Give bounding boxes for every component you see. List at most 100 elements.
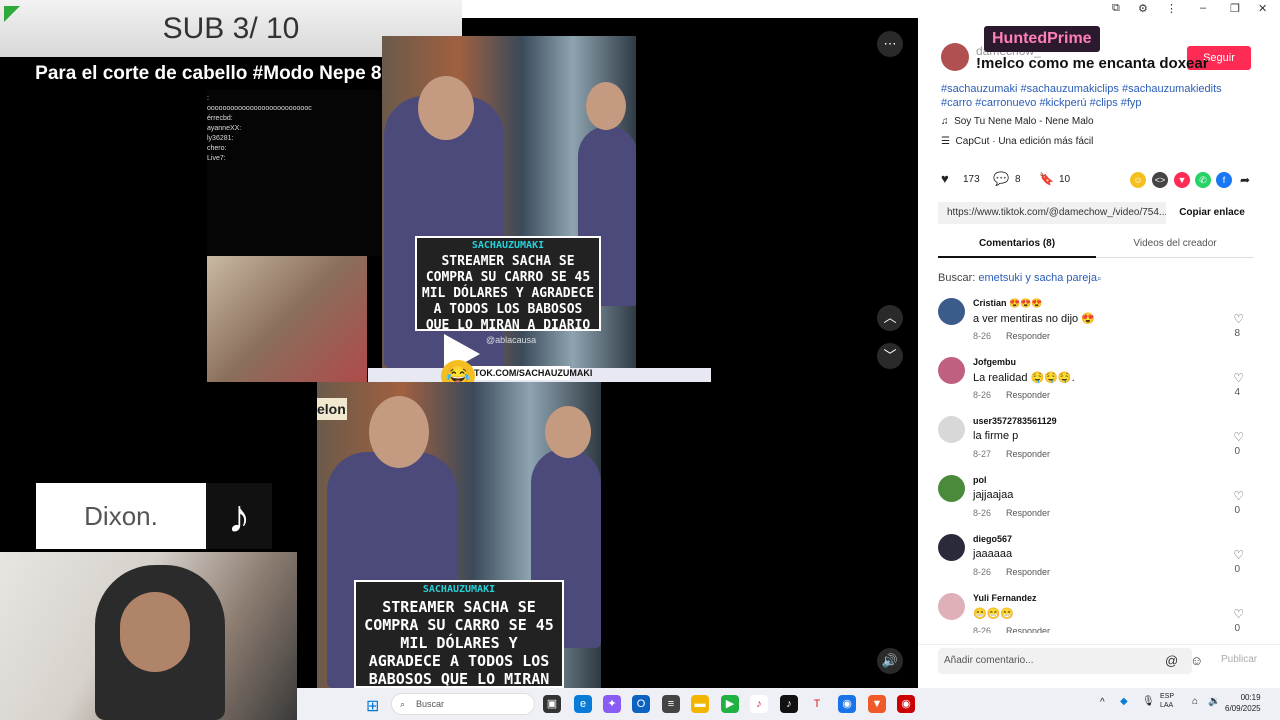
comment-heart-icon[interactable]: ♡ [1233,371,1244,385]
media-player-icon[interactable]: ▶ [721,695,739,713]
link-row: https://www.tiktok.com/@damechow_/video/… [938,202,1254,224]
chrome-icon[interactable]: ◉ [838,695,856,713]
chevron-down-icon[interactable]: ﹀ [877,343,903,369]
reply-button[interactable]: Responder [1006,567,1050,577]
minimize-icon[interactable]: – [1200,2,1206,14]
bookmark-icon[interactable]: 🔖 [1039,172,1054,186]
store-icon[interactable]: ≡ [662,695,680,713]
microphone-icon[interactable]: 🎙 [1142,696,1155,707]
share-arrow-icon[interactable]: ➦ [1237,172,1253,188]
lang-bottom: LAA [1160,702,1174,709]
outlook-icon[interactable]: O [632,695,650,713]
tab-creator-videos[interactable]: Videos del creador [1096,232,1254,258]
comment-avatar[interactable] [938,298,965,325]
green-corner-icon [4,6,20,22]
edge-icon[interactable]: e [574,695,592,713]
comment-author[interactable]: Jofgembu [973,357,1016,367]
emoji-share-icon[interactable]: ☺ [1130,172,1146,188]
tab-comments[interactable]: Comentarios (8) [938,232,1096,258]
saves-count: 10 [1059,174,1071,185]
language-indicator[interactable]: ESP LAA [1160,692,1174,710]
hashtags[interactable]: #sachauzumaki #sachauzumakiclips #sachau… [941,82,1251,110]
task-view-icon[interactable]: ▣ [543,695,561,713]
search-icon: ⌕ [400,699,406,709]
itunes-icon[interactable]: ♪ [750,695,768,713]
time: 00:19 [1240,693,1261,702]
music-note-icon: ♫ [941,116,955,127]
comment-heart-icon[interactable]: ♡ [1233,312,1244,326]
emoji-icon[interactable]: ☺ [1190,653,1203,668]
comment-date: 8-26 [973,626,992,633]
embed-icon[interactable]: <> [1152,172,1168,188]
volume-icon[interactable]: 🔊 [877,648,903,674]
volume-tray-icon[interactable]: 🔉 [1208,696,1220,707]
text-app-icon[interactable]: T [808,695,826,713]
comment-avatar[interactable] [938,534,965,561]
publish-button[interactable]: Publicar [1221,654,1257,665]
puzzle-icon[interactable]: ⚙ [1138,2,1148,15]
caption-body: STREAMER SACHA SE COMPRA SU CARRO SE 45 … [421,254,595,333]
comment-avatar[interactable] [938,593,965,620]
reply-button[interactable]: Responder [1006,331,1050,341]
comment-input[interactable]: Añadir comentario... [938,648,1192,674]
network-icon[interactable]: ⌂ [1192,696,1198,707]
chrome-canary-icon[interactable]: ◉ [897,695,915,713]
reply-button[interactable]: Responder [1006,626,1050,633]
tiktok-icon[interactable]: ♪ [780,695,798,713]
comment-author[interactable]: Cristian 😍😍😍 [973,298,1043,309]
clock[interactable]: 00:19 6/09/2025 [1225,692,1261,714]
author-avatar[interactable] [941,43,969,71]
tray-chevron-icon[interactable]: ^ [1100,697,1105,708]
file-explorer-icon[interactable]: ▬ [691,695,709,713]
comment-author[interactable]: Yuli Fernandez [973,593,1037,603]
send-icon[interactable]: ▼ [1174,172,1190,188]
comment-likes: 0 [1234,446,1240,457]
comment-icon[interactable]: 💬 [993,171,1009,187]
comment-author[interactable]: user3572783561129 [973,416,1057,426]
comment-heart-icon[interactable]: ♡ [1233,430,1244,444]
restore-icon[interactable]: ❐ [1230,2,1240,15]
mention-icon[interactable]: @ [1165,653,1178,668]
more-options-icon[interactable]: ⋯ [877,31,903,57]
comment-author[interactable]: diego567 [973,534,1012,544]
whatsapp-icon[interactable]: ✆ [1195,172,1211,188]
comment-avatar[interactable] [938,357,965,384]
search-query[interactable]: emetsuki y sacha pareja [978,272,1097,284]
windows-start-icon[interactable]: ⊞ [366,696,379,716]
video-link[interactable]: https://www.tiktok.com/@damechow_/video/… [938,202,1166,224]
music-title[interactable]: Soy Tu Nene Malo - Nene Malo [954,116,1094,127]
comment-heart-icon[interactable]: ♡ [1233,607,1244,621]
comment-avatar[interactable] [938,416,965,443]
reply-button[interactable]: Responder [1006,390,1050,400]
chat-line: érrecbd: [207,115,233,122]
comment-text: a ver mentiras no dijo 😍 [973,313,1095,325]
overlay-name-tag: HuntedPrime [984,26,1100,52]
capcut-row[interactable]: ☰ CapCut · Una edición más fácil [941,136,1093,147]
chat-line: ooooooooooooooooooooooooooc [207,105,312,112]
facebook-icon[interactable]: f [1216,172,1232,188]
copilot-icon[interactable]: ✦ [603,695,621,713]
comment-author[interactable]: pol [973,475,987,485]
video-handle: @ablacausa [486,335,537,345]
streamer-name-badge: Dixon. [36,483,206,549]
comment-text: La realidad 🤤🤤🤤. [973,372,1075,384]
close-icon[interactable]: ✕ [1258,2,1267,15]
comment-heart-icon[interactable]: ♡ [1233,489,1244,503]
comment-date: 8-26 [973,508,992,518]
reply-button[interactable]: Responder [1006,449,1050,459]
extensions-icon[interactable]: ⧉ [1112,2,1120,15]
heart-icon[interactable]: ♥ [941,171,949,186]
tray-app-icon[interactable]: ◆ [1120,696,1128,707]
search-suggestion[interactable]: Buscar: emetsuki y sacha pareja⌕ [938,272,1101,284]
brave-icon[interactable]: ▼ [868,695,886,713]
reply-button[interactable]: Responder [1006,508,1050,518]
more-icon[interactable]: ⋮ [1166,2,1177,15]
copy-link-button[interactable]: Copiar enlace [1170,202,1254,224]
chevron-up-icon[interactable]: ︿ [877,305,903,331]
capcut-label[interactable]: CapCut · Una edición más fácil [956,136,1094,147]
comment-likes: 4 [1234,387,1240,398]
comment-heart-icon[interactable]: ♡ [1233,548,1244,562]
taskbar-search[interactable]: ⌕ Buscar [391,693,535,715]
comment-avatar[interactable] [938,475,965,502]
music-row[interactable]: ♫ Soy Tu Nene Malo - Nene Malo [941,116,1094,127]
